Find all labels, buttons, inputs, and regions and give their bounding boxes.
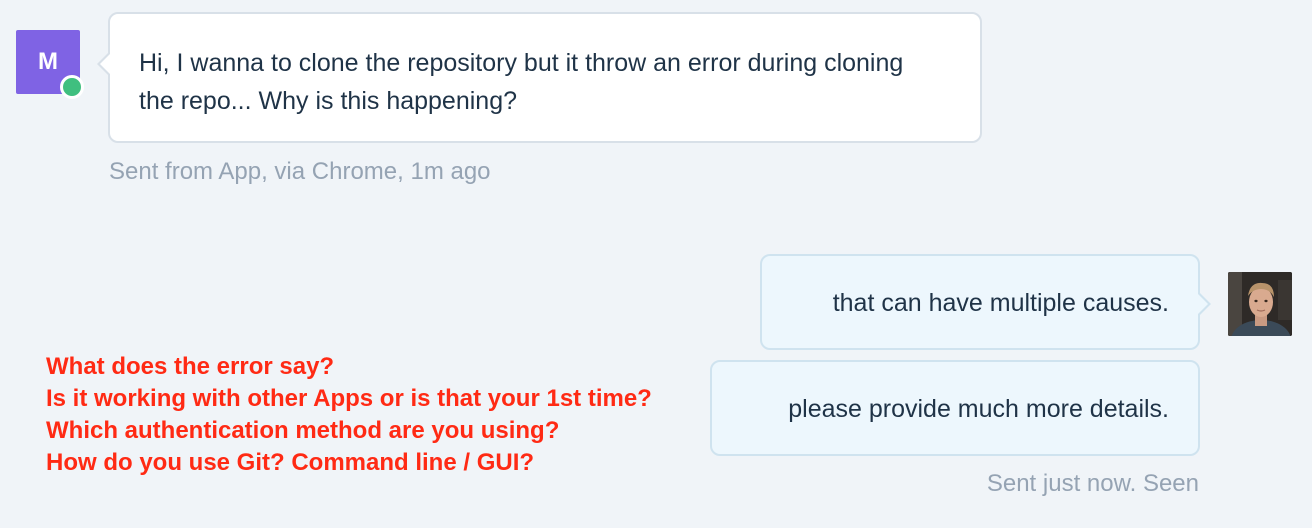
outgoing-message-bubble: that can have multiple causes. bbox=[760, 254, 1211, 350]
annotation-line: What does the error say? bbox=[46, 353, 335, 380]
outgoing-message-bubble: please provide much more details. bbox=[710, 360, 1200, 456]
annotation-note: What does the error say? Is it working w… bbox=[46, 351, 766, 479]
user-photo-icon bbox=[1228, 272, 1292, 336]
incoming-message-text: Hi, I wanna to clone the repository but … bbox=[139, 49, 904, 115]
online-status-icon bbox=[60, 75, 84, 99]
outgoing-message-text: that can have multiple causes. bbox=[832, 289, 1169, 317]
annotation-line: How do you use Git? Command line / GUI? bbox=[46, 449, 535, 476]
outgoing-message-text: please provide much more details. bbox=[788, 395, 1169, 423]
bubble-tail bbox=[1198, 292, 1211, 316]
outgoing-message-meta: Sent just now. Seen bbox=[986, 470, 1199, 497]
incoming-message-bubble: Hi, I wanna to clone the repository but … bbox=[97, 12, 982, 143]
annotation-line: Is it working with other Apps or is that… bbox=[46, 385, 652, 412]
avatar-agent-photo[interactable] bbox=[1228, 272, 1292, 336]
bubble-tail bbox=[97, 52, 110, 76]
annotation-line: Which authentication method are you usin… bbox=[46, 417, 560, 444]
incoming-message-meta: Sent from App, via Chrome, 1m ago bbox=[109, 158, 491, 185]
